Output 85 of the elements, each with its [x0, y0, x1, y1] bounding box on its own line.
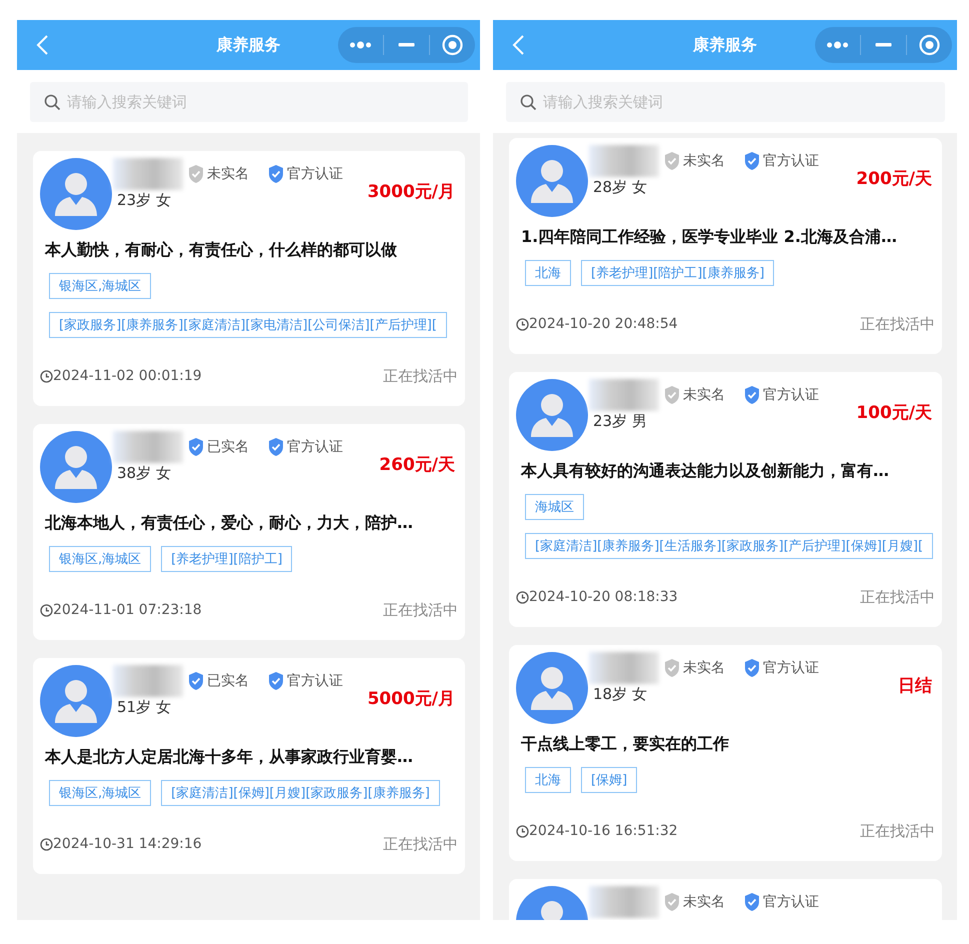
- blurred-name: [113, 665, 183, 697]
- status: 正在找活中: [860, 588, 935, 606]
- blurred-name: [589, 886, 659, 918]
- price: 3000元/月: [367, 181, 455, 203]
- certification-badge: 官方认证: [267, 671, 343, 691]
- tag: 银海区,海城区: [49, 780, 152, 806]
- avatar-icon: [516, 145, 588, 217]
- verification-badge: 未实名: [663, 151, 725, 171]
- back-icon[interactable]: [35, 34, 49, 56]
- clock-icon: [40, 370, 53, 382]
- description: 本人勤快，有耐心，有责任心，什么样的都可以做: [45, 240, 398, 261]
- search-field[interactable]: 请输入搜索关键词: [506, 82, 945, 122]
- page-title: 康养服务: [216, 34, 280, 54]
- search-icon: [44, 94, 61, 111]
- age-gender: 23岁 女: [117, 191, 172, 210]
- certification-badge: 官方认证: [743, 892, 819, 912]
- tag: 海城区: [525, 494, 584, 520]
- tag: 银海区,海城区: [49, 546, 152, 572]
- age-gender: 18岁 女: [593, 685, 648, 704]
- blurred-name: [589, 379, 659, 411]
- search-icon: [520, 94, 537, 111]
- capsule-menu[interactable]: [815, 27, 952, 63]
- price: 5000元/月: [367, 688, 455, 710]
- age-gender: 38岁 女: [117, 464, 172, 483]
- avatar-icon: [40, 665, 112, 737]
- tag: [养老护理][陪护工][康养服务]: [581, 260, 774, 286]
- tag: [家政服务][康养服务][家庭清洁][家电清洁][公司保洁][产后护理][: [49, 312, 447, 338]
- verification-badge: 未实名: [663, 385, 725, 405]
- post-time: 2024-11-02 00:01:19: [53, 368, 202, 384]
- post-time: 2024-10-20 20:48:54: [529, 316, 678, 332]
- description: 1.四年陪同工作经验，医学专业毕业 2.北海及合浦…: [521, 227, 898, 248]
- price: 日结: [898, 675, 932, 697]
- certification-badge: 官方认证: [743, 658, 819, 678]
- description: 北海本地人，有责任心，爱心，耐心，力大，陪护…: [45, 513, 414, 534]
- avatar-icon: [516, 652, 588, 724]
- status: 正在找活中: [860, 314, 935, 334]
- age-gender: 51岁 女: [117, 698, 172, 717]
- tag: [养老护理][陪护工]: [161, 546, 292, 572]
- tag: [家庭清洁][康养服务][生活服务][家政服务][产后护理][保姆][月嫂][: [525, 533, 934, 559]
- tag: 银海区,海城区: [49, 273, 152, 299]
- blurred-name: [589, 145, 659, 177]
- certification-badge: 官方认证: [267, 437, 343, 457]
- clock-icon: [516, 318, 529, 330]
- clock-icon: [516, 824, 529, 838]
- status: 正在找活中: [383, 834, 458, 854]
- post-time: 2024-10-16 16:51:32: [529, 823, 678, 839]
- blurred-name: [113, 158, 183, 190]
- status: 正在找活中: [383, 600, 458, 620]
- status: 正在找活中: [383, 366, 458, 386]
- clock-icon: [516, 590, 529, 604]
- tag: 北海: [525, 260, 571, 286]
- back-icon[interactable]: [511, 34, 525, 56]
- verification-badge: 已实名: [187, 437, 249, 457]
- tag: [家庭清洁][保姆][月嫂][家政服务][康养服务]: [161, 780, 440, 806]
- description: 本人是北方人定居北海十多年，从事家政行业育婴…: [45, 747, 414, 768]
- certification-badge: 官方认证: [743, 385, 819, 405]
- price: 260元/天: [379, 454, 455, 476]
- tag: 北海: [525, 767, 571, 793]
- age-gender: 23岁 男: [593, 412, 648, 431]
- status: 正在找活中: [860, 822, 935, 840]
- search-field[interactable]: 请输入搜索关键词: [30, 82, 468, 122]
- post-time: 2024-11-01 07:23:18: [53, 602, 202, 618]
- post-time: 2024-10-20 08:18:33: [529, 589, 678, 605]
- avatar-icon: [40, 158, 112, 230]
- capsule-menu[interactable]: [338, 27, 475, 63]
- certification-badge: 官方认证: [267, 164, 343, 184]
- post-time: 2024-10-31 14:29:16: [53, 836, 202, 852]
- price: 200元/天: [856, 168, 932, 190]
- verification-badge: 已实名: [187, 671, 249, 691]
- blurred-name: [113, 431, 183, 463]
- description: 干点线上零工，要实在的工作: [521, 734, 730, 755]
- avatar-icon: [40, 431, 112, 503]
- tag: [保姆]: [581, 767, 638, 793]
- avatar-icon: [516, 379, 588, 451]
- verification-badge: 未实名: [187, 164, 249, 184]
- blurred-name: [589, 652, 659, 684]
- price: 100元/天: [856, 402, 932, 424]
- certification-badge: 官方认证: [743, 151, 819, 171]
- description: 本人具有较好的沟通表达能力以及创新能力，富有…: [521, 461, 890, 482]
- clock-icon: [40, 604, 53, 616]
- age-gender: 28岁 女: [593, 178, 648, 197]
- verification-badge: 未实名: [663, 658, 725, 678]
- verification-badge: 未实名: [663, 892, 725, 912]
- page-title: 康养服务: [693, 34, 757, 54]
- clock-icon: [40, 838, 53, 850]
